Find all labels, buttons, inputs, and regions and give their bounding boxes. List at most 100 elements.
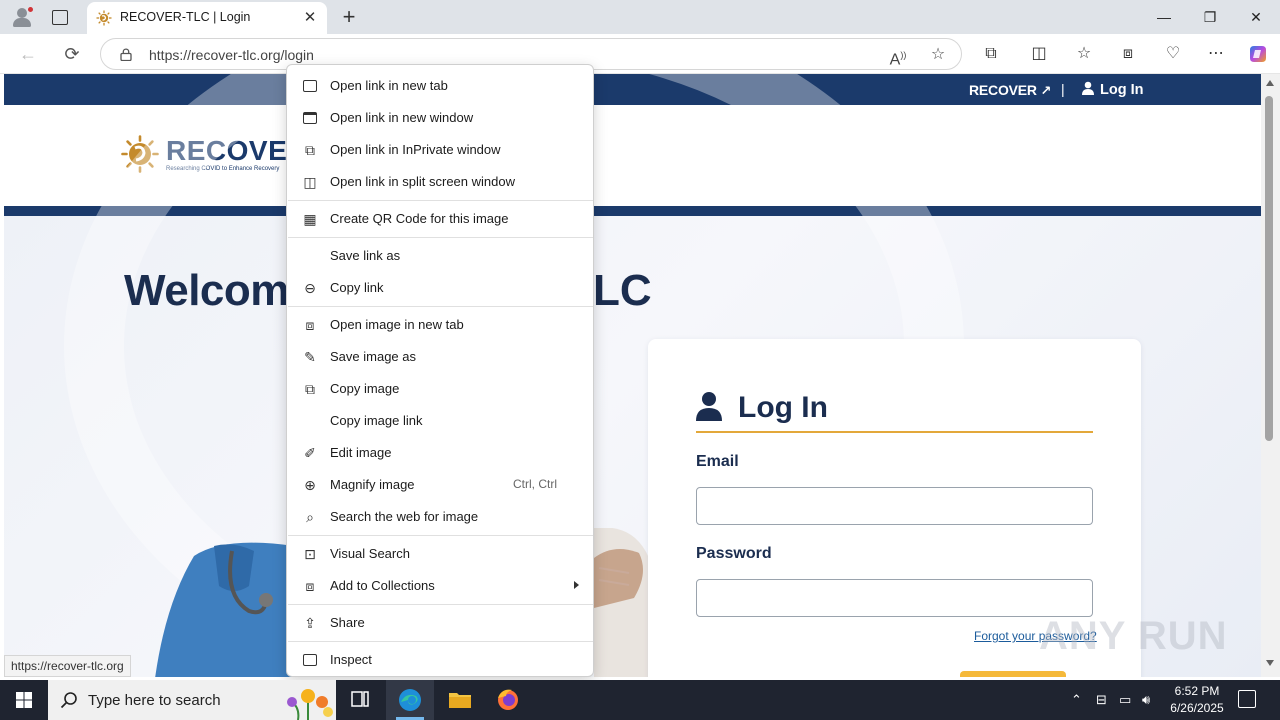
taskbar-search-box[interactable]: Type here to search — [48, 680, 336, 720]
search-placeholder: Type here to search — [88, 692, 221, 709]
volume-icon[interactable]: 🔊︎ — [1142, 692, 1150, 708]
menu-save-link-as[interactable]: Save link as — [288, 241, 593, 271]
edge-taskbar-icon[interactable] — [386, 680, 434, 720]
menu-open-link-split-screen[interactable]: ◫ Open link in split screen window — [288, 167, 593, 197]
collections-icon[interactable]: ⧈ — [1116, 43, 1140, 65]
web-page: RECOVER ↗ | Log In RECOVER Researching C… — [4, 74, 1261, 677]
password-field[interactable] — [696, 579, 1093, 617]
new-tab-icon — [302, 78, 318, 94]
password-label: Password — [696, 545, 772, 562]
more-menu-icon[interactable]: ⋯ — [1204, 43, 1228, 65]
scroll-up-icon[interactable] — [1266, 80, 1274, 86]
edit-image-icon: ✐ — [304, 445, 316, 461]
tab-close-icon[interactable]: ✕ — [301, 9, 319, 27]
menu-item-label: Create QR Code for this image — [330, 211, 509, 226]
scroll-down-icon[interactable] — [1266, 660, 1274, 666]
split-screen-icon: ◫ — [303, 174, 317, 190]
browser-essentials-icon[interactable]: ♡ — [1161, 43, 1185, 65]
menu-save-image-as[interactable]: ✎ Save image as — [288, 342, 593, 372]
welcome-heading: Welcome — [124, 266, 313, 315]
menu-open-link-inprivate[interactable]: ⧉ Open link in InPrivate window — [288, 135, 593, 165]
close-window-button[interactable]: ✕ — [1245, 6, 1267, 28]
topbar-separator: | — [1061, 81, 1065, 97]
menu-item-label: Add to Collections — [330, 578, 435, 593]
external-link-icon: ↗ — [1040, 83, 1052, 98]
refresh-icon[interactable]: ⟳ — [60, 43, 84, 65]
tab-actions-icon[interactable] — [50, 8, 70, 26]
collections-icon: ⧈ — [305, 578, 315, 594]
menu-open-image-new-tab[interactable]: ⧈ Open image in new tab — [288, 310, 593, 340]
user-icon — [1082, 81, 1094, 95]
menu-item-label: Open image in new tab — [330, 317, 464, 332]
task-view-icon[interactable] — [336, 680, 384, 720]
login-title-underline — [696, 431, 1093, 433]
file-explorer-icon[interactable] — [436, 680, 484, 720]
hero-section: Welcome LC Log In Email Password Forgot … — [4, 74, 1261, 677]
menu-item-label: Share — [330, 615, 365, 630]
tray-overflow-icon[interactable]: ⌃ — [1071, 692, 1082, 708]
windows-start-icon[interactable] — [0, 680, 48, 720]
menu-item-label: Copy link — [330, 280, 384, 295]
clock-time: 6:52 PM — [1174, 684, 1220, 698]
url-text[interactable]: https://recover-tlc.org/login — [149, 47, 314, 63]
profile-icon[interactable] — [10, 6, 34, 28]
favorite-star-icon[interactable]: ☆ — [927, 45, 949, 65]
menu-edit-image[interactable]: ✐ Edit image — [288, 438, 593, 468]
doctor-image[interactable] — [154, 516, 294, 677]
menu-add-to-collections[interactable]: ⧈ Add to Collections — [288, 571, 593, 601]
read-aloud-icon[interactable]: A)) — [887, 45, 909, 68]
menu-divider — [288, 535, 593, 536]
login-submit-button[interactable] — [960, 671, 1066, 677]
search-web-icon: ⌕ — [306, 509, 314, 525]
menu-share[interactable]: ⇪ Share — [288, 608, 593, 638]
menu-inspect[interactable]: Inspect — [288, 645, 593, 675]
menu-open-link-new-window[interactable]: Open link in new window — [288, 103, 593, 133]
menu-create-qr-code[interactable]: ▦ Create QR Code for this image — [288, 204, 593, 234]
inprivate-icon: ⧉ — [305, 142, 315, 158]
topbar-login-link[interactable]: Log In — [1081, 81, 1144, 98]
menu-open-link-new-tab[interactable]: Open link in new tab — [288, 71, 593, 101]
menu-visual-search[interactable]: ⊡ Visual Search — [288, 539, 593, 569]
menu-copy-link[interactable]: ⊖ Copy link — [288, 273, 593, 303]
notification-icon[interactable] — [1238, 690, 1256, 708]
scrollbar-thumb[interactable] — [1265, 96, 1273, 441]
network-icon[interactable]: ⊟ — [1096, 692, 1107, 708]
tab-strip: RECOVER-TLC | Login ✕ + — ❐ ✕ — [0, 0, 1280, 34]
menu-copy-image[interactable]: ⧉ Copy image — [288, 374, 593, 404]
taskbar-clock[interactable]: 6:52 PM 6/26/2025 — [1162, 683, 1232, 717]
menu-item-label: Copy image link — [330, 413, 423, 428]
magnify-icon: ⊕ — [304, 477, 316, 493]
back-arrow-icon[interactable]: ← — [16, 43, 40, 65]
menu-divider — [288, 641, 593, 642]
copilot-icon[interactable] — [1246, 43, 1270, 65]
menu-item-label: Open link in split screen window — [330, 174, 515, 189]
copy-image-icon: ⧉ — [305, 381, 315, 397]
menu-copy-image-link[interactable]: Copy image link — [288, 406, 593, 436]
welcome-heading-tail: LC — [593, 266, 652, 315]
new-tab-button[interactable]: + — [338, 6, 360, 28]
status-bar-url: https://recover-tlc.org — [4, 655, 131, 677]
menu-divider — [288, 237, 593, 238]
image-new-tab-icon: ⧈ — [305, 317, 315, 333]
menu-item-label: Visual Search — [330, 546, 410, 561]
restore-button[interactable]: ❐ — [1199, 6, 1221, 28]
minimize-button[interactable]: — — [1153, 6, 1175, 28]
favorites-icon[interactable]: ☆ — [1072, 43, 1096, 65]
visual-search-icon: ⊡ — [304, 546, 316, 562]
wifi-icon[interactable]: ▭ — [1119, 692, 1131, 708]
vertical-scrollbar[interactable] — [1261, 74, 1280, 677]
menu-item-label: Open link in new window — [330, 110, 474, 125]
firefox-icon[interactable] — [484, 680, 532, 720]
extensions-icon[interactable]: ⧉ — [979, 43, 1003, 65]
search-highlight-flowers-icon — [287, 689, 333, 720]
lock-icon[interactable] — [120, 48, 132, 61]
menu-magnify-image[interactable]: ⊕ Magnify image Ctrl, Ctrl — [288, 470, 593, 500]
save-image-icon: ✎ — [304, 349, 316, 365]
browser-tab[interactable]: RECOVER-TLC | Login ✕ — [87, 2, 327, 34]
recover-external-link[interactable]: RECOVER ↗ — [969, 82, 1051, 99]
menu-item-label: Save image as — [330, 349, 416, 364]
email-field[interactable] — [696, 487, 1093, 525]
patient-image[interactable] — [594, 528, 654, 677]
menu-search-web-image[interactable]: ⌕ Search the web for image — [288, 502, 593, 532]
split-screen-icon[interactable]: ◫ — [1027, 43, 1051, 65]
